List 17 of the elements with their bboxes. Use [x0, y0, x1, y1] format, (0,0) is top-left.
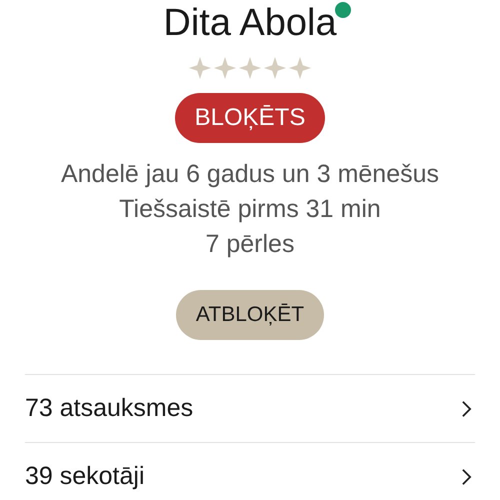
profile-info-text: Tiešsaistē pirms 31 min — [119, 194, 381, 225]
list-row[interactable]: 39 sekotāji — [25, 442, 475, 500]
chevron-right-icon — [461, 400, 472, 418]
chevron-right-icon — [461, 468, 472, 486]
profile-info-text: Andelē jau 6 gadus un 3 mēnešus — [60, 159, 440, 190]
star-icon — [264, 57, 286, 79]
star-icon — [239, 57, 261, 79]
star-icon — [289, 57, 311, 79]
row-label: 73 atsauksmes — [25, 394, 194, 423]
star-icon — [189, 57, 211, 79]
list-row[interactable]: 73 atsauksmes — [25, 374, 475, 442]
profile-info-text: 7 pērles — [206, 229, 294, 260]
profile-name: Dita Abola — [163, 1, 337, 46]
star-icon — [214, 57, 236, 79]
blocked-badge: BLOĶĒTS — [174, 93, 326, 143]
row-label: 39 sekotāji — [25, 462, 145, 491]
unblock-button[interactable]: ATBLOĶĒT — [176, 290, 324, 340]
